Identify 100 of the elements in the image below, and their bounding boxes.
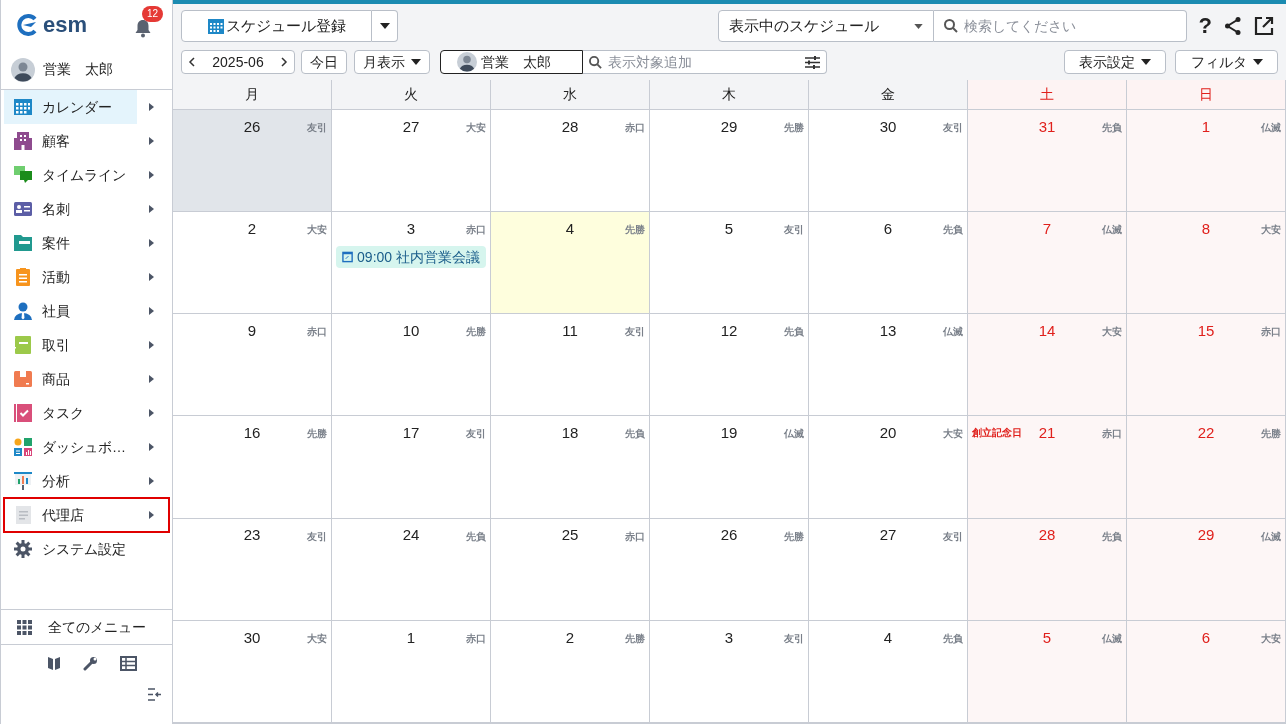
day-cell[interactable]: 3 赤口 09:00 社内営業会議 xyxy=(332,212,491,315)
day-cell[interactable]: 30 大安 xyxy=(173,620,332,723)
display-settings-dropdown[interactable]: 表示設定 xyxy=(1064,50,1166,74)
day-cell[interactable]: 17 友引 xyxy=(332,416,491,519)
day-cell[interactable]: 3 友引 xyxy=(650,620,809,723)
day-cell[interactable]: 創立記念日 21 赤口 xyxy=(968,416,1127,519)
day-cell[interactable]: 15 赤口 xyxy=(1127,314,1286,417)
menu-item[interactable]: 代理店 xyxy=(4,498,137,532)
submenu-arrow-icon[interactable] xyxy=(149,103,154,111)
day-cell[interactable]: 1 赤口 xyxy=(332,620,491,723)
day-cell[interactable]: 1 仏滅 xyxy=(1127,110,1286,213)
day-cell[interactable]: 10 先勝 xyxy=(332,314,491,417)
menu-item[interactable]: タスク xyxy=(4,396,137,430)
user-chip[interactable]: 営業 太郎 xyxy=(440,50,583,74)
day-cell[interactable]: 4 先負 xyxy=(809,620,968,723)
menu-item[interactable]: 名刺 xyxy=(4,192,137,226)
day-cell[interactable]: 28 赤口 xyxy=(491,110,650,213)
book-icon[interactable] xyxy=(46,656,61,671)
day-cell[interactable]: 16 先勝 xyxy=(173,416,332,519)
menu-item[interactable]: 分析 xyxy=(4,464,137,498)
day-cell[interactable]: 5 仏滅 xyxy=(968,620,1127,723)
submenu-arrow-icon[interactable] xyxy=(149,511,154,519)
day-cell[interactable]: 23 友引 xyxy=(173,518,332,621)
view-mode-dropdown[interactable]: 月表示 xyxy=(354,50,430,74)
day-cell[interactable]: 5 友引 xyxy=(650,212,809,315)
all-menu-link[interactable]: 全てのメニュー xyxy=(48,616,146,638)
day-cell[interactable]: 27 友引 xyxy=(809,518,968,621)
day-cell[interactable]: 28 先負 xyxy=(968,518,1127,621)
menu-item[interactable]: 案件 xyxy=(4,226,137,260)
submenu-arrow-icon[interactable] xyxy=(149,443,154,451)
menu-item[interactable]: 顧客 xyxy=(4,124,137,158)
rokuyo-label: 友引 xyxy=(943,529,963,544)
chevron-right-icon[interactable] xyxy=(281,57,288,67)
help-button[interactable]: ? xyxy=(1198,15,1212,37)
day-cell[interactable]: 31 先負 xyxy=(968,110,1127,213)
day-cell[interactable]: 12 先負 xyxy=(650,314,809,417)
rokuyo-label: 赤口 xyxy=(625,121,645,135)
day-cell[interactable]: 25 赤口 xyxy=(491,518,650,621)
day-cell[interactable]: 18 先負 xyxy=(491,416,650,519)
day-cell[interactable]: 29 先勝 xyxy=(650,110,809,213)
submenu-arrow-icon[interactable] xyxy=(149,341,154,349)
today-button[interactable]: 今日 xyxy=(301,50,347,74)
submenu-arrow-icon[interactable] xyxy=(149,171,154,179)
event-chip[interactable]: 09:00 社内営業会議 xyxy=(336,246,486,269)
day-cell[interactable]: 11 友引 xyxy=(491,314,650,417)
schedule-register-button[interactable]: スケジュール登録 xyxy=(181,10,372,42)
submenu-arrow-icon[interactable] xyxy=(149,307,154,315)
day-cell[interactable]: 26 先勝 xyxy=(650,518,809,621)
day-cell[interactable]: 27 大安 xyxy=(332,110,491,213)
sliders-icon[interactable] xyxy=(805,55,820,69)
search-field[interactable]: 検索してください xyxy=(933,10,1187,42)
menu-item[interactable]: システム設定 xyxy=(4,532,137,566)
day-cell[interactable]: 13 仏滅 xyxy=(809,314,968,417)
submenu-arrow-icon[interactable] xyxy=(149,375,154,383)
day-cell[interactable]: 19 仏滅 xyxy=(650,416,809,519)
submenu-arrow-icon[interactable] xyxy=(149,137,154,145)
day-number: 14 xyxy=(1038,321,1056,342)
menu-item[interactable]: 取引 xyxy=(4,328,137,362)
bell-icon[interactable] xyxy=(134,18,152,38)
day-cell[interactable]: 14 大安 xyxy=(968,314,1127,417)
day-number: 6 xyxy=(883,218,893,239)
submenu-arrow-icon[interactable] xyxy=(149,477,154,485)
menu-item[interactable]: タイムライン xyxy=(4,158,137,192)
day-cell[interactable]: 4 先勝 xyxy=(491,212,650,315)
day-cell[interactable]: 29 仏滅 xyxy=(1127,518,1286,621)
share-icon[interactable] xyxy=(1224,16,1242,36)
external-link-icon[interactable] xyxy=(1254,16,1274,36)
day-cell[interactable]: 7 仏滅 xyxy=(968,212,1127,315)
day-cell[interactable]: 6 先負 xyxy=(809,212,968,315)
day-cell[interactable]: 6 大安 xyxy=(1127,620,1286,723)
search-field[interactable]: 検索してください xyxy=(963,15,1176,37)
day-cell[interactable]: 8 大安 xyxy=(1127,212,1286,315)
table-icon[interactable] xyxy=(119,656,137,671)
filter-dropdown[interactable]: フィルタ xyxy=(1175,50,1278,74)
submenu-arrow-icon[interactable] xyxy=(149,273,154,281)
day-cell[interactable]: 20 大安 xyxy=(809,416,968,519)
day-cell[interactable]: 22 先勝 xyxy=(1127,416,1286,519)
menu-item[interactable]: 社員 xyxy=(4,294,137,328)
weekday-header: 金 xyxy=(809,80,968,110)
day-cell[interactable]: 2 先勝 xyxy=(491,620,650,723)
target-search-field[interactable]: 表示対象追加 xyxy=(583,50,827,74)
schedule-view-select[interactable]: 表示中のスケジュール xyxy=(717,10,934,42)
menu-item[interactable]: ダッシュボ… xyxy=(4,430,137,464)
day-cell[interactable]: 9 赤口 xyxy=(173,314,332,417)
menu-item[interactable]: 商品 xyxy=(4,362,137,396)
wrench-icon[interactable] xyxy=(82,656,98,671)
collapse-icon[interactable] xyxy=(147,687,162,702)
submenu-arrow-icon[interactable] xyxy=(149,409,154,417)
menu-item[interactable]: 活動 xyxy=(4,260,137,294)
register-dropdown-button[interactable] xyxy=(372,10,398,42)
menu-item[interactable]: カレンダー xyxy=(4,90,137,124)
day-cell[interactable]: 30 友引 xyxy=(809,110,968,213)
day-cell[interactable]: 26 友引 xyxy=(173,110,332,213)
chevron-left-icon[interactable] xyxy=(188,57,195,67)
submenu-arrow-icon[interactable] xyxy=(149,239,154,247)
day-cell[interactable]: 2 大安 xyxy=(173,212,332,315)
checkbox-icon xyxy=(14,404,32,422)
day-cell[interactable]: 24 先負 xyxy=(332,518,491,621)
target-search-field[interactable]: 表示対象追加 xyxy=(608,51,799,73)
submenu-arrow-icon[interactable] xyxy=(149,205,154,213)
